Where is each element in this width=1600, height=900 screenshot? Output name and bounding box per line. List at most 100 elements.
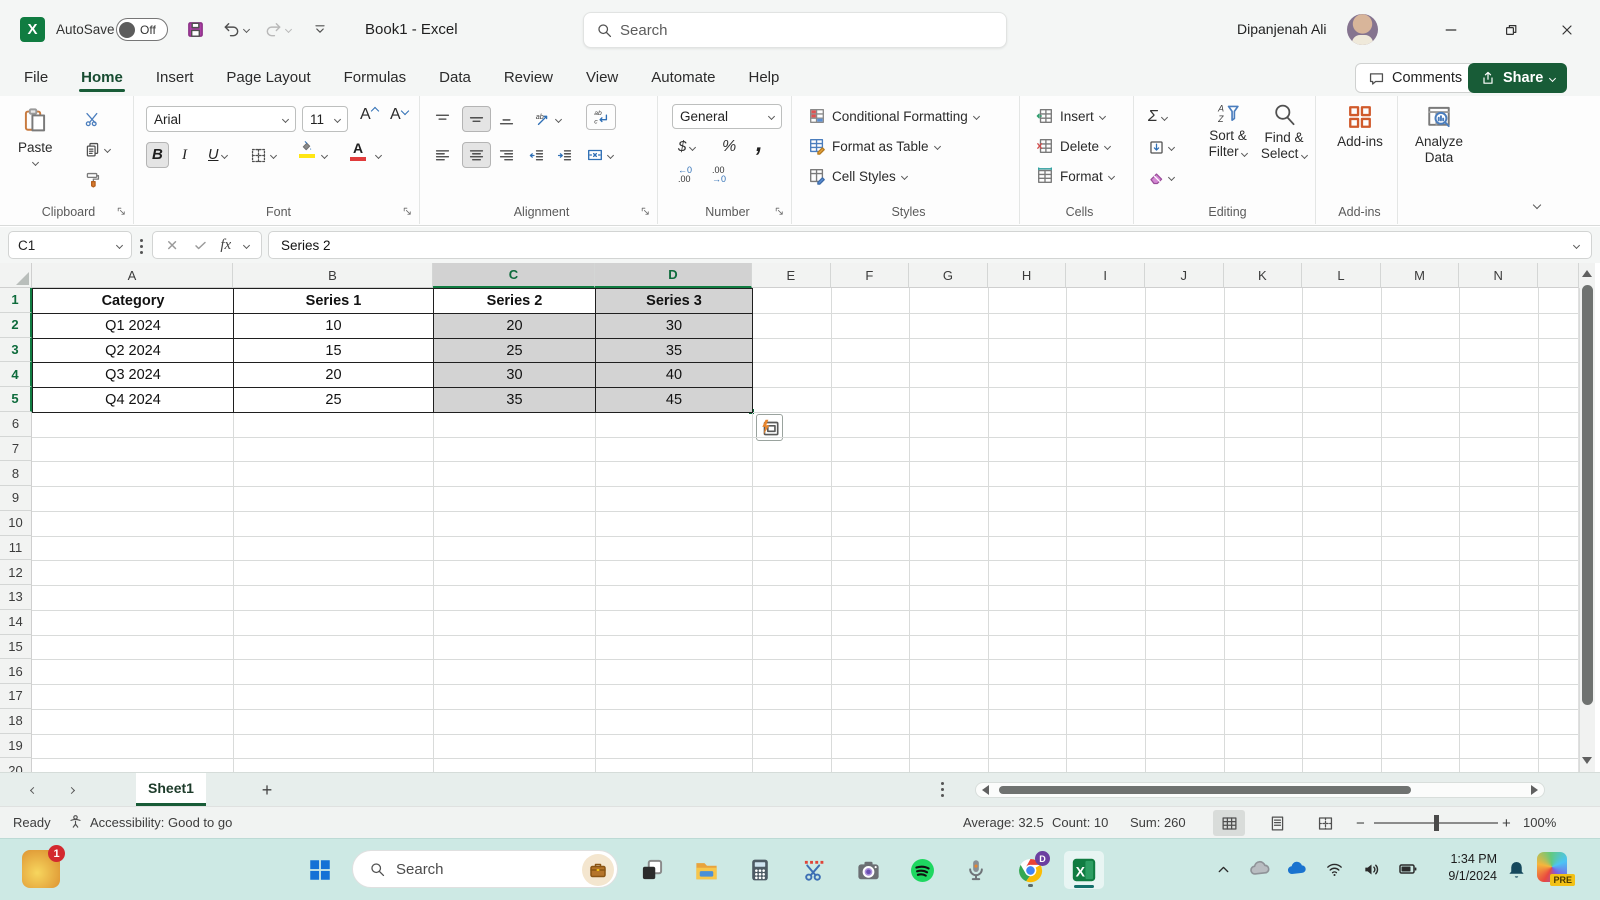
orientation-button[interactable]: ab bbox=[534, 106, 563, 132]
excel-logo-icon[interactable] bbox=[20, 17, 45, 42]
undo-dropdown-icon[interactable] bbox=[242, 25, 251, 33]
snipping-tool-taskbar-icon[interactable] bbox=[794, 851, 834, 889]
cell-C1[interactable]: Series 2 bbox=[433, 288, 596, 314]
percent-format-button[interactable] bbox=[722, 134, 736, 160]
prev-sheet-button[interactable] bbox=[24, 781, 42, 799]
ribbon-tab-formulas[interactable]: Formulas bbox=[342, 63, 409, 93]
user-name[interactable]: Dipanjenah Ali bbox=[1237, 21, 1327, 37]
namebox-resize-handle[interactable] bbox=[140, 239, 143, 254]
align-left-button[interactable] bbox=[434, 142, 451, 168]
cut-button[interactable] bbox=[84, 106, 101, 132]
cloud-icon[interactable] bbox=[1244, 851, 1276, 887]
cell-D4[interactable]: 40 bbox=[595, 362, 753, 389]
fill-button[interactable] bbox=[1148, 134, 1176, 160]
zoom-out-button[interactable]: − bbox=[1356, 815, 1365, 832]
average-status[interactable]: Average: 32.5 bbox=[963, 815, 1044, 830]
new-sheet-button[interactable]: + bbox=[256, 779, 278, 801]
task-view-taskbar-icon[interactable] bbox=[632, 851, 672, 889]
vertical-scrollbar[interactable] bbox=[1578, 263, 1595, 772]
column-header-H[interactable]: H bbox=[987, 263, 1067, 288]
count-status[interactable]: Count: 10 bbox=[1052, 815, 1108, 830]
column-header-N[interactable]: N bbox=[1459, 263, 1538, 288]
normal-view-button[interactable] bbox=[1213, 810, 1245, 836]
row-header-10[interactable]: 10 bbox=[0, 510, 32, 536]
cancel-entry-icon[interactable] bbox=[165, 238, 180, 253]
autosum-button[interactable] bbox=[1148, 104, 1168, 130]
font-size-select[interactable]: 11 bbox=[302, 106, 348, 132]
ribbon-tab-view[interactable]: View bbox=[584, 63, 620, 93]
scroll-left-icon[interactable] bbox=[982, 785, 989, 795]
column-header-A[interactable]: A bbox=[32, 263, 233, 288]
confirm-entry-icon[interactable] bbox=[193, 238, 208, 253]
copilot-button[interactable]: PRE bbox=[1537, 852, 1575, 886]
decrease-font-button[interactable]: A bbox=[390, 106, 409, 132]
cell-B4[interactable]: 20 bbox=[233, 362, 434, 389]
italic-button[interactable] bbox=[182, 142, 187, 168]
vertical-scroll-thumb[interactable] bbox=[1582, 285, 1593, 705]
row-header-4[interactable]: 4 bbox=[0, 362, 32, 387]
cell-B3[interactable]: 15 bbox=[233, 337, 434, 364]
close-button[interactable] bbox=[1552, 16, 1582, 44]
undo-button[interactable] bbox=[222, 16, 251, 42]
row-header-14[interactable]: 14 bbox=[0, 609, 32, 635]
cell-C3[interactable]: 25 bbox=[433, 337, 596, 364]
search-box[interactable]: Search bbox=[583, 12, 1007, 48]
row-header-9[interactable]: 9 bbox=[0, 486, 32, 511]
widgets-button[interactable]: 1 bbox=[22, 845, 65, 888]
cell-C5[interactable]: 35 bbox=[433, 387, 596, 413]
ribbon-tab-home[interactable]: Home bbox=[79, 63, 125, 93]
increase-indent-button[interactable] bbox=[556, 142, 573, 168]
expand-formula-bar-icon[interactable] bbox=[1572, 241, 1581, 249]
align-bottom-button[interactable] bbox=[498, 106, 515, 132]
cell-A5[interactable]: Q4 2024 bbox=[32, 387, 234, 413]
clipboard-dialog-launcher[interactable] bbox=[116, 206, 127, 217]
scroll-up-icon[interactable] bbox=[1582, 270, 1592, 277]
borders-button[interactable] bbox=[250, 142, 278, 168]
page-break-view-button[interactable] bbox=[1309, 810, 1341, 836]
column-header-I[interactable]: I bbox=[1066, 263, 1145, 288]
format-cells-button[interactable]: Format bbox=[1036, 164, 1115, 188]
conditional-formatting-button[interactable]: Conditional Formatting bbox=[808, 104, 980, 128]
align-right-button[interactable] bbox=[498, 142, 515, 168]
row-header-5[interactable]: 5 bbox=[0, 387, 32, 412]
horizontal-scrollbar[interactable] bbox=[975, 782, 1545, 798]
font-color-dropdown[interactable] bbox=[374, 142, 383, 168]
share-button[interactable]: Share bbox=[1468, 63, 1568, 93]
insert-cells-button[interactable]: Insert bbox=[1036, 104, 1106, 128]
cell-A4[interactable]: Q3 2024 bbox=[32, 362, 234, 389]
minimize-button[interactable] bbox=[1436, 16, 1466, 44]
ribbon-tab-file[interactable]: File bbox=[22, 63, 50, 93]
alignment-dialog-launcher[interactable] bbox=[640, 206, 651, 217]
notifications-button[interactable] bbox=[1500, 851, 1532, 887]
formula-input[interactable]: Series 2 bbox=[268, 231, 1592, 259]
column-header-C[interactable]: C bbox=[433, 263, 595, 288]
cell-A1[interactable]: Category bbox=[32, 288, 234, 314]
number-format-select[interactable]: General bbox=[672, 104, 782, 129]
cell-A2[interactable]: Q1 2024 bbox=[32, 312, 234, 339]
calculator-taskbar-icon[interactable] bbox=[740, 851, 780, 889]
restore-button[interactable] bbox=[1496, 16, 1526, 44]
zoom-level[interactable]: 100% bbox=[1523, 815, 1556, 830]
wifi-icon[interactable] bbox=[1318, 851, 1350, 887]
insert-function-icon[interactable] bbox=[220, 236, 231, 254]
merge-center-button[interactable] bbox=[586, 142, 615, 168]
spreadsheet-grid[interactable]: A B C D E F G H I J K L M N 1 2 3 4 5 6 7 8 9 10 11 12 13 14 15 16 17 1… bbox=[0, 263, 1600, 772]
select-all-button[interactable] bbox=[0, 263, 32, 288]
save-button[interactable] bbox=[186, 16, 205, 42]
format-painter-button[interactable] bbox=[84, 166, 101, 192]
sort-filter-button[interactable]: AZ Sort & Filter bbox=[1202, 102, 1254, 160]
row-header-15[interactable]: 15 bbox=[0, 634, 32, 660]
addins-button[interactable]: Add-ins bbox=[1330, 104, 1390, 150]
row-header-16[interactable]: 16 bbox=[0, 659, 32, 684]
delete-cells-button[interactable]: Delete bbox=[1036, 134, 1112, 158]
onedrive-icon[interactable] bbox=[1281, 851, 1313, 887]
zoom-slider-handle[interactable] bbox=[1434, 815, 1439, 831]
cell-D1[interactable]: Series 3 bbox=[595, 288, 753, 314]
column-header-J[interactable]: J bbox=[1145, 263, 1224, 288]
font-dialog-launcher[interactable] bbox=[402, 206, 413, 217]
align-center-button[interactable] bbox=[462, 142, 491, 168]
find-select-button[interactable]: Find & Select bbox=[1258, 102, 1310, 162]
comments-button[interactable]: Comments bbox=[1355, 63, 1476, 93]
clear-button[interactable] bbox=[1148, 164, 1176, 190]
row-header-13[interactable]: 13 bbox=[0, 585, 32, 610]
